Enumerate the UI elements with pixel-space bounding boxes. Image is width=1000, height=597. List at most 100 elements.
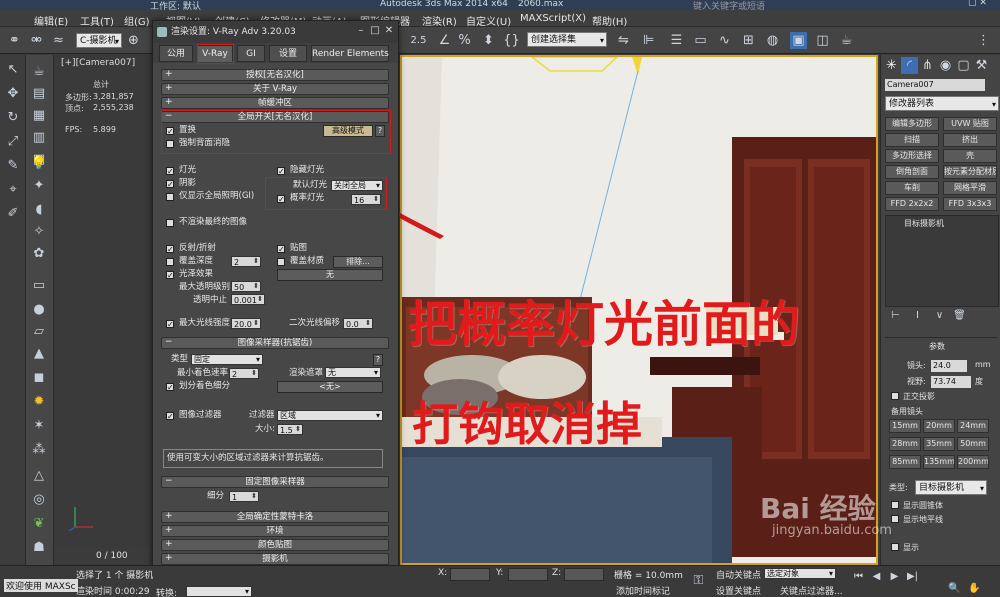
next-frame-icon[interactable]: ▶| bbox=[904, 568, 921, 585]
prev-frame-icon[interactable]: ◀ bbox=[868, 568, 885, 585]
dont-render-final-label: 不渲染最终的图像 bbox=[179, 217, 248, 227]
render-mask-label: 渲染遮罩 bbox=[289, 368, 324, 378]
filter-size-spinner[interactable]: 1.5 bbox=[277, 424, 303, 435]
frame-counter[interactable]: 0 / 100 bbox=[96, 551, 128, 561]
override-mtl-checkbox[interactable] bbox=[277, 258, 285, 266]
secondary-bias-spinner[interactable]: 0.0 bbox=[343, 318, 373, 329]
hidden-lights-checkbox[interactable]: ✓ bbox=[277, 167, 285, 176]
set-key-button[interactable]: 设置关键点 bbox=[716, 584, 761, 597]
close-icon[interactable]: ✕ bbox=[383, 25, 395, 37]
divide-shading-label: 划分着色细分 bbox=[179, 381, 231, 391]
gi-only-label: 仅显示全局照明(GI) bbox=[179, 191, 255, 201]
transform-label: 转换: bbox=[156, 589, 178, 597]
divide-shading-checkbox[interactable]: ✓ bbox=[166, 383, 174, 392]
status-bar: 0 / 100 欢迎使用 MAXSc 选择了 1 个 摄影机 渲染时间 0:00… bbox=[0, 551, 1000, 597]
rollout-camera[interactable]: + 摄影机 bbox=[161, 553, 389, 565]
tab-render-elements[interactable]: Render Elements bbox=[311, 45, 389, 62]
filter-label: 过滤器 bbox=[249, 410, 275, 420]
tab-gi[interactable]: GI bbox=[237, 45, 265, 62]
mask-none-button[interactable]: <无> bbox=[277, 381, 383, 393]
grid-size: 栅格 = 10.0mm bbox=[614, 571, 683, 581]
teapot-icon bbox=[157, 27, 167, 37]
override-mtl-none-button[interactable]: 无 bbox=[277, 269, 383, 281]
tab-common[interactable]: 公用 bbox=[159, 45, 193, 62]
lights-checkbox[interactable]: ✓ bbox=[166, 167, 174, 176]
render-settings-dialog: 渲染设置: V-Ray Adv 3.20.03 – □ ✕ 公用 V-Ray G… bbox=[152, 20, 399, 597]
transform-combo[interactable] bbox=[186, 586, 252, 597]
transp-cutoff-spinner[interactable]: 0.001 bbox=[231, 294, 265, 305]
baidu-watermark: Bai 经验 jingyan.baidu.com bbox=[760, 485, 940, 545]
zoom-icon[interactable]: 🔍 bbox=[946, 580, 963, 597]
play-icon[interactable]: ▶ bbox=[886, 568, 903, 585]
maps-checkbox[interactable]: ✓ bbox=[277, 245, 285, 254]
tab-vray[interactable]: V-Ray bbox=[197, 45, 233, 62]
z-coordinate-field[interactable] bbox=[564, 568, 604, 581]
subdivs-spinner[interactable]: 1 bbox=[229, 491, 259, 502]
pan-icon[interactable]: ✋ bbox=[966, 580, 983, 597]
dont-render-final-checkbox[interactable] bbox=[166, 219, 174, 227]
default-lights-combo[interactable]: 关闭全局 bbox=[331, 180, 383, 191]
reflection-refraction-label: 反射/折射 bbox=[179, 243, 216, 253]
auto-key-button[interactable]: 自动关键点 bbox=[716, 568, 761, 581]
glossy-effects-checkbox[interactable]: ✓ bbox=[166, 271, 174, 280]
lights-label: 灯光 bbox=[179, 165, 197, 175]
rollout-fixed-sampler[interactable]: − 固定图像采样器 bbox=[161, 476, 389, 488]
override-depth-checkbox[interactable] bbox=[166, 258, 174, 266]
x-coordinate-field[interactable] bbox=[450, 568, 490, 581]
max-transp-label: 最大透明级别 bbox=[179, 282, 231, 292]
force-backface-checkbox[interactable] bbox=[166, 140, 174, 148]
rollout-frame-buffer[interactable]: + 帧缓冲区 bbox=[161, 97, 389, 109]
min-shading-label: 最小着色速率 bbox=[177, 368, 229, 378]
dialog-tabs: 公用 V-Ray GI 设置 Render Elements bbox=[153, 43, 398, 63]
add-time-tag[interactable]: 添加时间标记 bbox=[616, 584, 670, 597]
dialog-title-bar[interactable]: 渲染设置: V-Ray Adv 3.20.03 – □ ✕ bbox=[153, 21, 398, 43]
min-shading-spinner[interactable]: 2 bbox=[229, 368, 259, 379]
max-ray-checkbox[interactable]: ✓ bbox=[166, 320, 174, 329]
key-icon[interactable]: ⚿ bbox=[690, 572, 707, 589]
transp-cutoff-label: 透明中止 bbox=[193, 295, 228, 305]
probabilistic-lights-spinner[interactable]: 16 bbox=[351, 194, 381, 205]
watermark-brand: Bai 经验 bbox=[760, 492, 876, 525]
go-start-icon[interactable]: ⏮ bbox=[850, 568, 867, 585]
advanced-mode-button[interactable]: 高级模式 bbox=[323, 125, 373, 137]
y-label: Y: bbox=[496, 568, 504, 578]
rollout-color-mapping[interactable]: + 颜色贴图 bbox=[161, 539, 389, 551]
gi-only-checkbox[interactable] bbox=[166, 193, 174, 201]
hidden-lights-label: 隐藏灯光 bbox=[290, 165, 325, 175]
rollout-environment[interactable]: + 环境 bbox=[161, 525, 389, 537]
y-coordinate-field[interactable] bbox=[508, 568, 548, 581]
tab-settings[interactable]: 设置 bbox=[269, 45, 307, 62]
max-ray-spinner[interactable]: 20.0 bbox=[231, 318, 261, 329]
shadows-checkbox[interactable]: ✓ bbox=[166, 180, 174, 189]
sampler-type-combo[interactable]: 固定 bbox=[191, 354, 263, 365]
key-filters-button[interactable]: 关键点过滤器... bbox=[780, 584, 843, 597]
probabilistic-lights-checkbox[interactable]: ✓ bbox=[277, 195, 285, 204]
selected-object-combo[interactable]: 选定对象 bbox=[764, 568, 836, 579]
minimize-icon[interactable]: – bbox=[355, 25, 367, 37]
sampler-type-label: 类型 bbox=[171, 354, 189, 364]
rollout-global-switches[interactable]: − 全局开关[无名汉化] bbox=[161, 111, 389, 123]
x-label: X: bbox=[438, 568, 448, 578]
image-filter-checkbox[interactable]: ✓ bbox=[166, 412, 174, 421]
filter-description-box: 使用可变大小的区域过滤器来计算抗锯齿。 bbox=[163, 449, 383, 468]
maxscript-listener[interactable]: 欢迎使用 MAXSc bbox=[4, 579, 78, 592]
help-button[interactable]: ? bbox=[375, 125, 385, 137]
exclude-button[interactable]: 排除... bbox=[333, 256, 383, 268]
rollout-about[interactable]: + 关于 V-Ray bbox=[161, 83, 389, 95]
maximize-icon[interactable]: □ bbox=[369, 25, 381, 37]
displacement-checkbox[interactable]: ✓ bbox=[166, 127, 174, 136]
render-mask-combo[interactable]: 无 bbox=[325, 367, 381, 378]
max-ray-label: 最大光线强度 bbox=[179, 318, 231, 328]
rollout-dmc[interactable]: + 全局确定性蒙特卡洛 bbox=[161, 511, 389, 523]
selection-status: 选择了 1 个 摄影机 bbox=[76, 571, 154, 581]
sampler-help-button[interactable]: ? bbox=[373, 354, 383, 366]
reflection-refraction-checkbox[interactable]: ✓ bbox=[166, 245, 174, 254]
filter-combo[interactable]: 区域 bbox=[277, 410, 383, 421]
filter-description: 使用可变大小的区域过滤器来计算抗锯齿。 bbox=[167, 453, 329, 463]
subdivs-label: 细分 bbox=[207, 491, 225, 501]
rollout-image-sampler[interactable]: − 图像采样器(抗锯齿) bbox=[161, 337, 389, 349]
override-depth-spinner[interactable]: 2 bbox=[231, 256, 261, 267]
max-transp-spinner[interactable]: 50 bbox=[231, 281, 261, 292]
maps-label: 贴图 bbox=[290, 243, 308, 253]
rollout-authorization[interactable]: + 授权[无名汉化] bbox=[161, 69, 389, 81]
